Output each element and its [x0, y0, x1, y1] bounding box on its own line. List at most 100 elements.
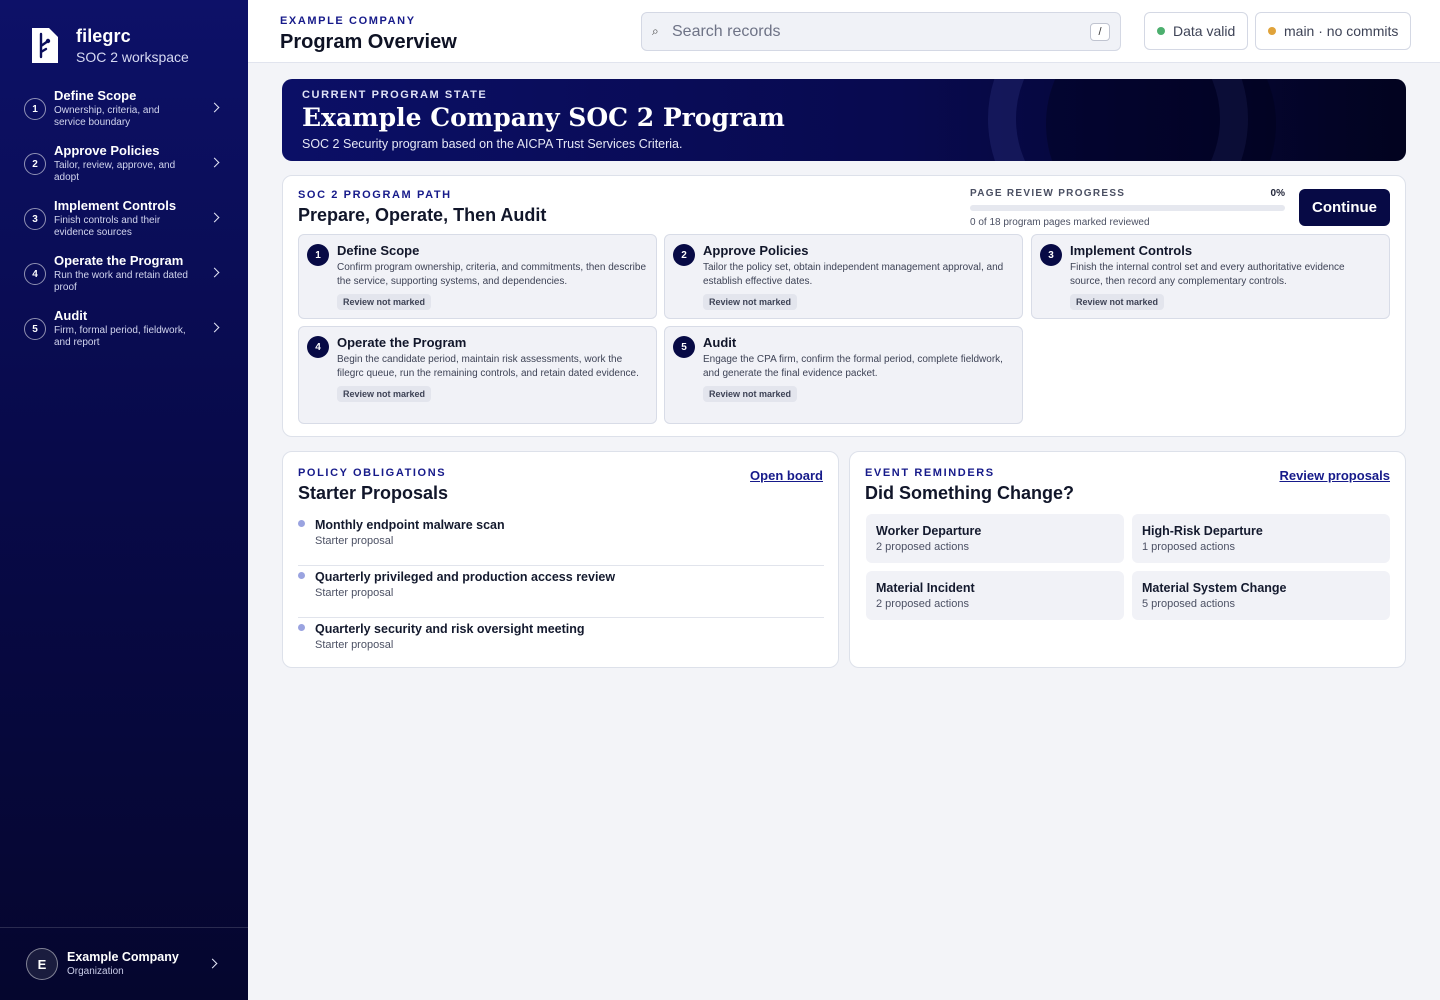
chevron-right-icon	[209, 322, 220, 333]
search-icon: ⌕	[652, 24, 659, 38]
event-title: Material Incident	[876, 581, 975, 595]
brand-subtitle: SOC 2 workspace	[76, 49, 189, 65]
sidebar-item-operate-the-program[interactable]: 4 Operate the Program Run the work and r…	[24, 253, 226, 308]
filegrc-logo-icon	[32, 28, 58, 63]
program-path-kicker: SOC 2 PROGRAM PATH	[298, 189, 452, 201]
sidebar-item-audit[interactable]: 5 Audit Firm, formal period, fieldwork, …	[24, 308, 226, 363]
step-desc: Finish the internal control set and ever…	[1070, 262, 1345, 287]
status-badge: Review not marked	[337, 294, 432, 310]
step-number-badge: 1	[24, 98, 46, 120]
step-number-badge: 1	[307, 244, 329, 266]
policy-title: Starter Proposals	[298, 483, 449, 503]
page-title: Program Overview	[280, 31, 457, 53]
step-card-approve-policies[interactable]: 2 Approve Policies Tailor the policy set…	[664, 234, 1023, 319]
chevron-right-icon	[209, 212, 220, 223]
step-number-badge: 3	[1040, 244, 1062, 266]
sidebar-item-title: Operate the Program	[54, 253, 184, 268]
top-header: EXAMPLE COMPANY Program Overview ⌕ / Dat…	[248, 0, 1440, 63]
events-kicker: EVENT REMINDERS	[865, 467, 995, 479]
brand-name: filegrc	[76, 26, 131, 46]
sidebar: filegrc SOC 2 workspace 1 Define Scope O…	[0, 0, 248, 1000]
step-number-badge: 5	[24, 318, 46, 340]
sidebar-item-title: Implement Controls	[54, 198, 177, 213]
avatar: E	[26, 948, 58, 980]
policy-kicker: POLICY OBLIGATIONS	[298, 467, 447, 479]
event-reminders-card: EVENT REMINDERS Did Something Change? Re…	[849, 451, 1406, 668]
page-review-progress: PAGE REVIEW PROGRESS 0% 0 of 18 program …	[970, 188, 1285, 228]
step-title: Define Scope	[337, 243, 420, 258]
status-badge: Review not marked	[1070, 294, 1165, 310]
proposal-subtitle: Starter proposal	[315, 639, 394, 651]
step-title: Implement Controls	[1070, 243, 1193, 258]
step-number-badge: 2	[673, 244, 695, 266]
search-input[interactable]	[672, 22, 1072, 41]
events-title: Did Something Change?	[865, 483, 1074, 503]
chevron-right-icon	[209, 267, 220, 278]
event-subtitle: 2 proposed actions	[876, 541, 969, 553]
step-number-badge: 2	[24, 153, 46, 175]
event-tile-material-incident[interactable]: Material Incident 2 proposed actions	[866, 571, 1124, 620]
list-item[interactable]: Monthly endpoint malware scan Starter pr…	[298, 514, 824, 566]
branch-status[interactable]: main · no commits	[1255, 12, 1412, 50]
chevron-right-icon	[209, 157, 220, 168]
data-valid-status[interactable]: Data valid	[1144, 12, 1249, 50]
event-tile-material-system-change[interactable]: Material System Change 5 proposed action…	[1132, 571, 1390, 620]
event-tile-high-risk-departure[interactable]: High-Risk Departure 1 proposed actions	[1132, 514, 1390, 563]
open-board-link[interactable]: Open board	[750, 468, 823, 483]
sidebar-item-define-scope[interactable]: 1 Define Scope Ownership, criteria, and …	[24, 88, 226, 143]
step-card-operate-the-program[interactable]: 4 Operate the Program Begin the candidat…	[298, 326, 657, 424]
status-badge: Review not marked	[703, 386, 798, 402]
brand[interactable]: filegrc SOC 2 workspace	[32, 26, 189, 66]
branch-label: main · no commits	[1284, 23, 1399, 39]
proposal-title: Quarterly security and risk oversight me…	[315, 622, 585, 636]
search-shortcut-key: /	[1090, 23, 1110, 41]
step-title: Audit	[703, 335, 737, 350]
step-number-badge: 3	[24, 208, 46, 230]
status-dot-green-icon	[1157, 27, 1165, 35]
event-title: Material System Change	[1142, 581, 1287, 595]
bullet-dot-icon	[298, 520, 305, 527]
event-subtitle: 2 proposed actions	[876, 598, 969, 610]
step-number-badge: 4	[24, 263, 46, 285]
sidebar-item-desc: Finish controls and their evidence sourc…	[54, 215, 161, 238]
step-title: Approve Policies	[703, 243, 809, 258]
step-card-define-scope[interactable]: 1 Define Scope Confirm program ownership…	[298, 234, 657, 319]
list-item[interactable]: Quarterly privileged and production acce…	[298, 566, 824, 618]
proposal-title: Quarterly privileged and production acce…	[315, 570, 616, 584]
event-title: Worker Departure	[876, 524, 982, 538]
sidebar-item-title: Define Scope	[54, 88, 137, 103]
decorative-circle	[1046, 79, 1276, 161]
chevron-right-icon	[209, 102, 220, 113]
step-desc: Begin the candidate period, maintain ris…	[337, 354, 639, 379]
organization-name: Example Company	[67, 950, 179, 964]
sidebar-item-implement-controls[interactable]: 3 Implement Controls Finish controls and…	[24, 198, 226, 253]
event-tile-worker-departure[interactable]: Worker Departure 2 proposed actions	[866, 514, 1124, 563]
progress-percent: 0%	[1270, 188, 1285, 199]
progress-bar	[970, 205, 1285, 211]
program-path-card: SOC 2 PROGRAM PATH Prepare, Operate, The…	[282, 175, 1406, 437]
event-subtitle: 5 proposed actions	[1142, 598, 1235, 610]
step-desc: Tailor the policy set, obtain independen…	[703, 262, 1004, 287]
status-badge: Review not marked	[703, 294, 798, 310]
continue-button[interactable]: Continue	[1299, 189, 1390, 226]
search-bar[interactable]: ⌕ /	[641, 12, 1121, 51]
step-card-implement-controls[interactable]: 3 Implement Controls Finish the internal…	[1031, 234, 1390, 319]
sidebar-item-approve-policies[interactable]: 2 Approve Policies Tailor, review, appro…	[24, 143, 226, 198]
review-proposals-link[interactable]: Review proposals	[1279, 468, 1390, 483]
step-number-badge: 5	[673, 336, 695, 358]
proposal-title: Monthly endpoint malware scan	[315, 518, 505, 532]
company-kicker: EXAMPLE COMPANY	[280, 15, 416, 27]
organization-switcher[interactable]: E Example Company Organization	[0, 927, 248, 1000]
program-state-banner: CURRENT PROGRAM STATE Example Company SO…	[282, 79, 1406, 161]
sidebar-item-title: Approve Policies	[54, 143, 160, 158]
step-title: Operate the Program	[337, 335, 467, 350]
organization-role: Organization	[67, 966, 124, 977]
status-dot-orange-icon	[1268, 27, 1276, 35]
list-item[interactable]: Quarterly security and risk oversight me…	[298, 618, 824, 670]
policy-obligations-card: POLICY OBLIGATIONS Starter Proposals Ope…	[282, 451, 839, 668]
banner-kicker: CURRENT PROGRAM STATE	[302, 89, 488, 101]
step-desc: Engage the CPA firm, confirm the formal …	[703, 354, 1003, 379]
step-card-audit[interactable]: 5 Audit Engage the CPA firm, confirm the…	[664, 326, 1023, 424]
progress-label: PAGE REVIEW PROGRESS	[970, 188, 1126, 199]
event-title: High-Risk Departure	[1142, 524, 1263, 538]
